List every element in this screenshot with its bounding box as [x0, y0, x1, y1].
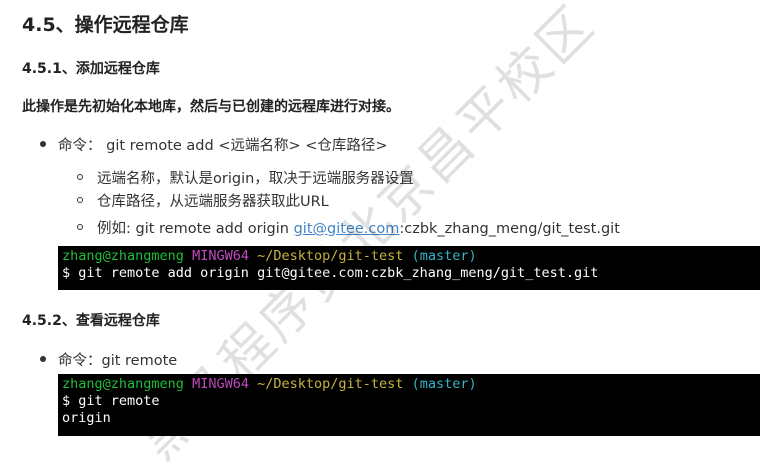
- intro-text: 此操作是先初始化本地库，然后与已创建的远程库进行对接。: [22, 99, 400, 115]
- sub-item-repo-path: 仓库路径，从远端服务器获取此URL: [97, 194, 329, 210]
- subsection-title-view-remote: 4.5.2、查看远程仓库: [22, 313, 160, 329]
- section-title: 4.5、操作远程仓库: [22, 14, 189, 36]
- terminal-user: zhang@zhangmeng: [62, 376, 184, 392]
- example-email-link[interactable]: git@gitee.com: [294, 221, 400, 237]
- bullet-icon: [40, 141, 46, 147]
- terminal-output: origin: [62, 410, 111, 426]
- terminal-path: ~/Desktop/git-test: [257, 248, 404, 264]
- example-prefix: 例如: git remote add origin: [97, 221, 294, 237]
- circle-bullet-icon: [77, 197, 83, 203]
- terminal-view-remote: zhang@zhangmeng MINGW64 ~/Desktop/git-te…: [58, 374, 760, 436]
- terminal-system: MINGW64: [192, 376, 249, 392]
- terminal-user: zhang@zhangmeng: [62, 248, 184, 264]
- circle-bullet-icon: [77, 224, 83, 230]
- sub-item-remote-name: 远端名称，默认是origin，取决于远端服务器设置: [97, 171, 414, 187]
- terminal-command: $ git remote add origin git@gitee.com:cz…: [62, 265, 599, 281]
- terminal-path: ~/Desktop/git-test: [257, 376, 404, 392]
- example-suffix: :czbk_zhang_meng/git_test.git: [399, 221, 620, 237]
- circle-bullet-icon: [77, 174, 83, 180]
- subsection-title-add-remote: 4.5.1、添加远程仓库: [22, 61, 160, 77]
- terminal-command: $ git remote: [62, 393, 160, 409]
- terminal-branch: (master): [411, 376, 477, 392]
- terminal-branch: (master): [411, 248, 477, 264]
- command-view-remote: 命令：git remote: [58, 353, 178, 369]
- bullet-icon: [40, 356, 46, 362]
- example-line: 例如: git remote add origin git@gitee.com:…: [97, 217, 620, 238]
- command-add-remote: 命令： git remote add <远端名称> <仓库路径>: [58, 138, 388, 154]
- terminal-add-remote: zhang@zhangmeng MINGW64 ~/Desktop/git-te…: [58, 246, 760, 290]
- terminal-system: MINGW64: [192, 248, 249, 264]
